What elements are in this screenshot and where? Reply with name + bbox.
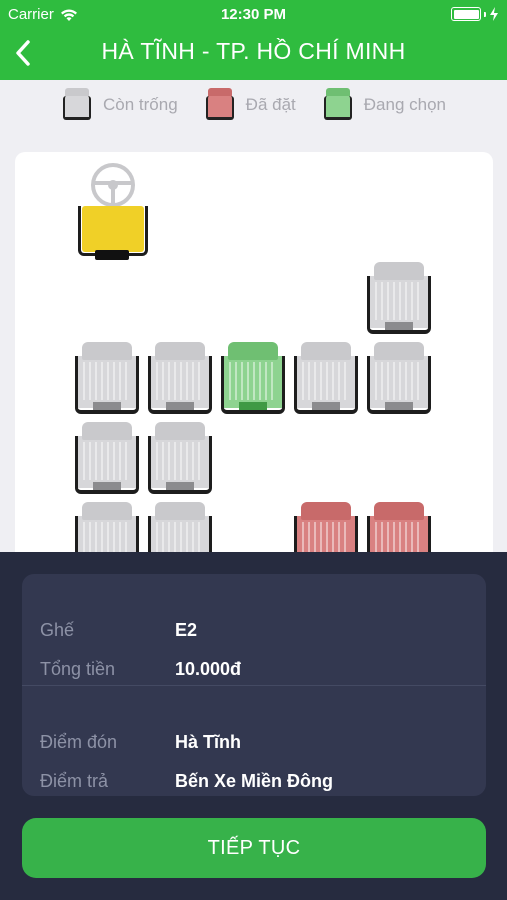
seat-label: Ghế (40, 620, 75, 640)
seat-value: E2 (175, 620, 198, 640)
legend-available-label: Còn trống (103, 95, 178, 114)
charging-icon (490, 7, 498, 21)
pickup-value: Hà Tĩnh (175, 732, 241, 752)
legend-selected: Đang chọn (322, 88, 446, 122)
battery (451, 7, 499, 21)
status-bar: Carrier 12:30 PM (0, 0, 507, 28)
seat-empty[interactable] (292, 342, 360, 418)
driver-seat (78, 162, 150, 262)
nav-bar: HÀ TĨNH - TP. HỒ CHÍ MINH (0, 28, 507, 80)
legend-selected-label: Đang chọn (363, 95, 446, 114)
continue-button[interactable]: TIẾP TỤC (22, 818, 486, 878)
seat-row: Ghế E2 (40, 620, 197, 641)
booking-info-card: Ghế E2 Tổng tiền 10.000đ Điểm đón Hà Tĩn… (22, 574, 486, 796)
seat-empty[interactable] (146, 422, 214, 498)
seat-empty[interactable] (146, 342, 214, 418)
seat-available-icon (61, 88, 93, 122)
legend-booked: Đã đặt (204, 88, 296, 122)
pickup-row: Điểm đón Hà Tĩnh (40, 732, 241, 753)
divider (22, 685, 486, 686)
pickup-label: Điểm đón (40, 732, 118, 752)
battery-icon (451, 7, 481, 21)
page-title: HÀ TĨNH - TP. HỒ CHÍ MINH (101, 38, 406, 64)
legend-available: Còn trống (61, 88, 178, 122)
header: Carrier 12:30 PM HÀ TĨNH - TP. HỒ CHÍ MI… (0, 0, 507, 80)
total-row: Tổng tiền 10.000đ (40, 659, 241, 680)
chevron-left-icon (16, 40, 30, 66)
seat-selected-icon (322, 88, 354, 122)
back-button[interactable] (6, 36, 40, 70)
seat-empty[interactable] (73, 422, 141, 498)
seat-legend: Còn trống Đã đặt Đang chọn (0, 80, 507, 130)
seat-booked-icon (204, 88, 236, 122)
dropoff-value: Bến Xe Miền Đông (175, 771, 334, 791)
dropoff-label: Điểm trả (40, 771, 109, 791)
seat-selected[interactable] (219, 342, 287, 418)
seat-empty[interactable] (365, 342, 433, 418)
total-value: 10.000đ (175, 659, 242, 679)
seat-empty[interactable] (73, 342, 141, 418)
booking-summary-sheet: Ghế E2 Tổng tiền 10.000đ Điểm đón Hà Tĩn… (0, 552, 507, 900)
status-time: 12:30 PM (220, 6, 287, 23)
total-label: Tổng tiền (40, 659, 116, 679)
seat-empty[interactable] (365, 262, 433, 338)
legend-booked-label: Đã đặt (245, 95, 296, 114)
dropoff-row: Điểm trả Bến Xe Miền Đông (40, 771, 333, 792)
